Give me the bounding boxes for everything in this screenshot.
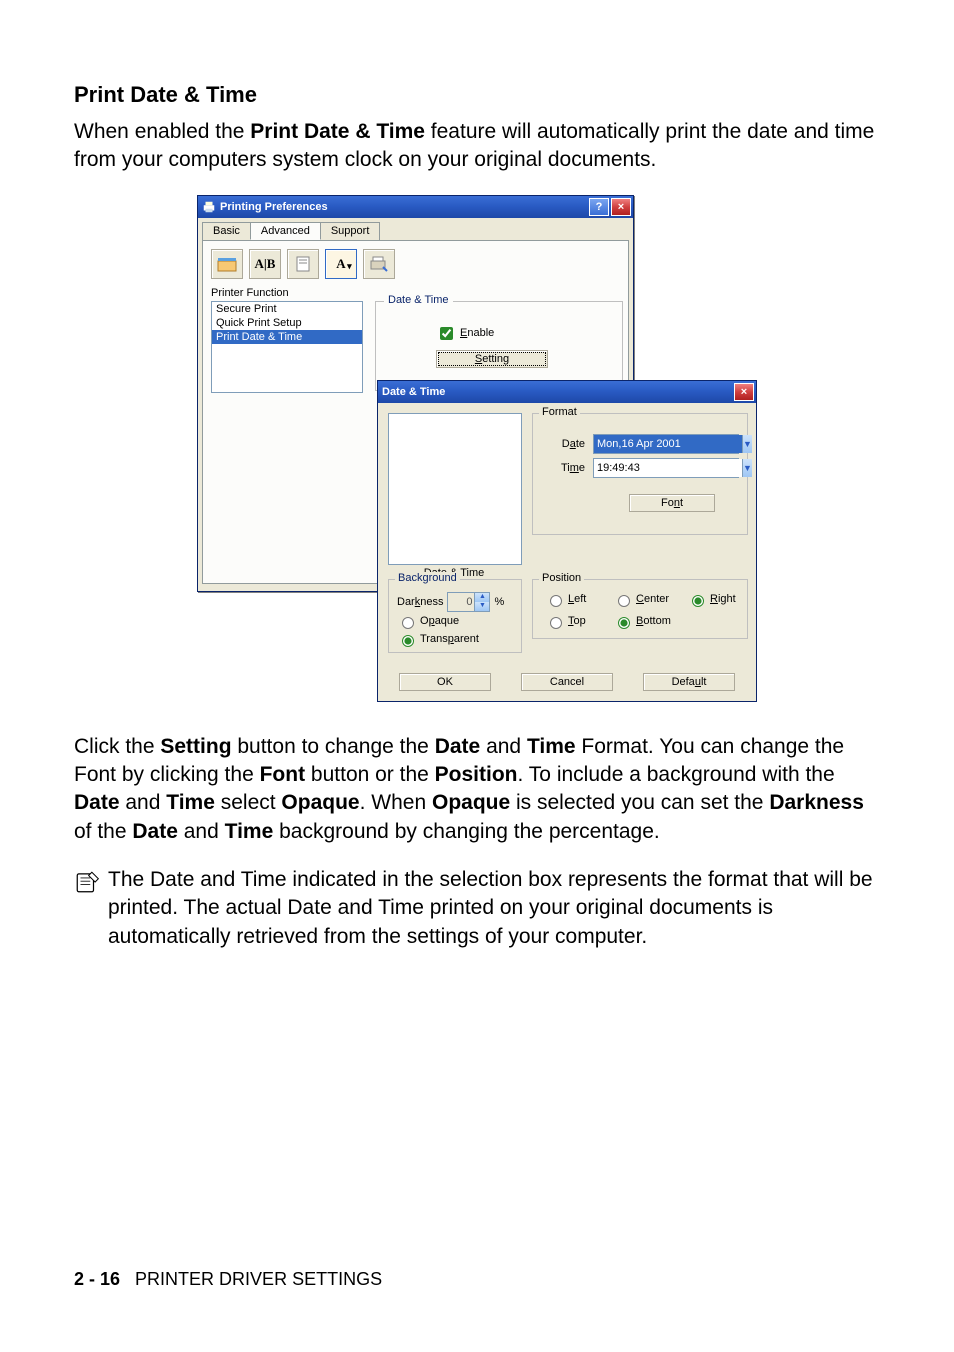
default-button[interactable]: Default	[643, 673, 735, 691]
instruction-paragraph: Click the Setting button to change the D…	[74, 733, 880, 846]
time-value[interactable]	[594, 459, 742, 477]
format-group: Format Date ▼ Time ▼ Font	[532, 413, 748, 535]
tab-basic[interactable]: Basic	[202, 222, 251, 240]
background-group: Background Darkness ▲▼ % Opaque Transpar…	[388, 579, 522, 653]
pf-item-quick-print-setup[interactable]: Quick Print Setup	[212, 316, 362, 330]
pos-right-radio[interactable]: Right	[687, 592, 736, 607]
darkness-spinner[interactable]: ▲▼	[447, 592, 490, 612]
note-text: The Date and Time indicated in the selec…	[108, 866, 880, 951]
position-legend: Position	[539, 572, 584, 584]
percent-label: %	[494, 596, 504, 608]
bg-transparent-radio[interactable]: Transparent	[397, 632, 479, 647]
intro-pre: When enabled the	[74, 120, 250, 143]
darkness-row: Darkness ▲▼ %	[397, 592, 504, 612]
footer-page-number: 2 - 16	[74, 1269, 120, 1289]
font-button[interactable]: Font	[629, 494, 715, 512]
printer-icon	[202, 200, 216, 214]
pp-title: Printing Preferences	[220, 201, 589, 213]
note-row: The Date and Time indicated in the selec…	[74, 866, 880, 951]
pos-center-radio[interactable]: Center	[613, 592, 669, 607]
page-footer: 2 - 16 PRINTER DRIVER SETTINGS	[74, 1269, 382, 1290]
enable-checkbox-input[interactable]	[440, 327, 453, 340]
intro-bold: Print Date & Time	[250, 120, 425, 143]
toolbar-btn-4[interactable]: A▾	[325, 249, 357, 279]
dt-preview-box	[388, 413, 522, 565]
printer-function-list[interactable]: Secure Print Quick Print Setup Print Dat…	[211, 301, 363, 393]
pp-toolbar: A|B A▾	[211, 249, 395, 279]
time-label: Time	[543, 462, 585, 474]
spin-down-icon[interactable]: ▼	[475, 602, 489, 611]
pos-bottom-radio[interactable]: Bottom	[613, 614, 671, 629]
toolbar-btn-3[interactable]	[287, 249, 319, 279]
dt-titlebar: Date & Time ×	[378, 381, 756, 403]
date-combo[interactable]: ▼	[593, 434, 739, 454]
date-drop-icon[interactable]: ▼	[742, 435, 752, 453]
pos-left-radio[interactable]: Left	[545, 592, 586, 607]
pp-titlebar: Printing Preferences ? ×	[198, 196, 633, 218]
format-legend: Format	[539, 406, 580, 418]
help-button[interactable]: ?	[589, 198, 609, 216]
date-time-legend: Date & Time	[384, 294, 453, 306]
darkness-value[interactable]	[447, 592, 475, 612]
toolbar-btn-2[interactable]: A|B	[249, 249, 281, 279]
ok-button[interactable]: OK	[399, 673, 491, 691]
dialog-buttons: OK Cancel Default	[378, 673, 756, 691]
printer-function-label: Printer Function	[211, 287, 289, 299]
tab-support[interactable]: Support	[320, 222, 381, 240]
section-heading: Print Date & Time	[74, 82, 880, 108]
enable-checkbox[interactable]: Enable	[436, 324, 494, 343]
position-group: Position Left Center Right Top Bottom	[532, 579, 748, 639]
pf-item-secure-print[interactable]: Secure Print	[212, 302, 362, 316]
cancel-button[interactable]: Cancel	[521, 673, 613, 691]
toolbar-btn-1[interactable]	[211, 249, 243, 279]
footer-title: PRINTER DRIVER SETTINGS	[135, 1269, 382, 1289]
setting-button[interactable]: Setting	[436, 350, 548, 368]
tab-advanced[interactable]: Advanced	[250, 222, 321, 240]
pp-tabs: Basic Advanced Support	[202, 222, 629, 240]
dt-title: Date & Time	[382, 386, 734, 398]
date-time-dialog: Date & Time × Date & Time Format Date ▼ …	[377, 380, 757, 702]
toolbar-btn-5[interactable]	[363, 249, 395, 279]
time-combo[interactable]: ▼	[593, 458, 739, 478]
date-value[interactable]	[594, 435, 742, 453]
bg-opaque-radio[interactable]: Opaque	[397, 614, 459, 629]
dt-close-button[interactable]: ×	[734, 383, 754, 401]
pf-item-print-date-time[interactable]: Print Date & Time	[212, 330, 362, 344]
date-label: Date	[543, 438, 585, 450]
note-icon	[74, 869, 100, 895]
date-time-groupbox: Date & Time Enable Setting	[375, 301, 623, 391]
darkness-label: Darkness	[397, 596, 443, 608]
close-button[interactable]: ×	[611, 198, 631, 216]
intro-paragraph: When enabled the Print Date & Time featu…	[74, 118, 880, 175]
time-drop-icon[interactable]: ▼	[742, 459, 752, 477]
screenshot-area: Printing Preferences ? × Basic Advanced …	[197, 195, 757, 705]
pos-top-radio[interactable]: Top	[545, 614, 586, 629]
background-legend: Background	[395, 572, 460, 584]
enable-label-text: nable	[467, 327, 494, 339]
spin-up-icon[interactable]: ▲	[475, 593, 489, 602]
